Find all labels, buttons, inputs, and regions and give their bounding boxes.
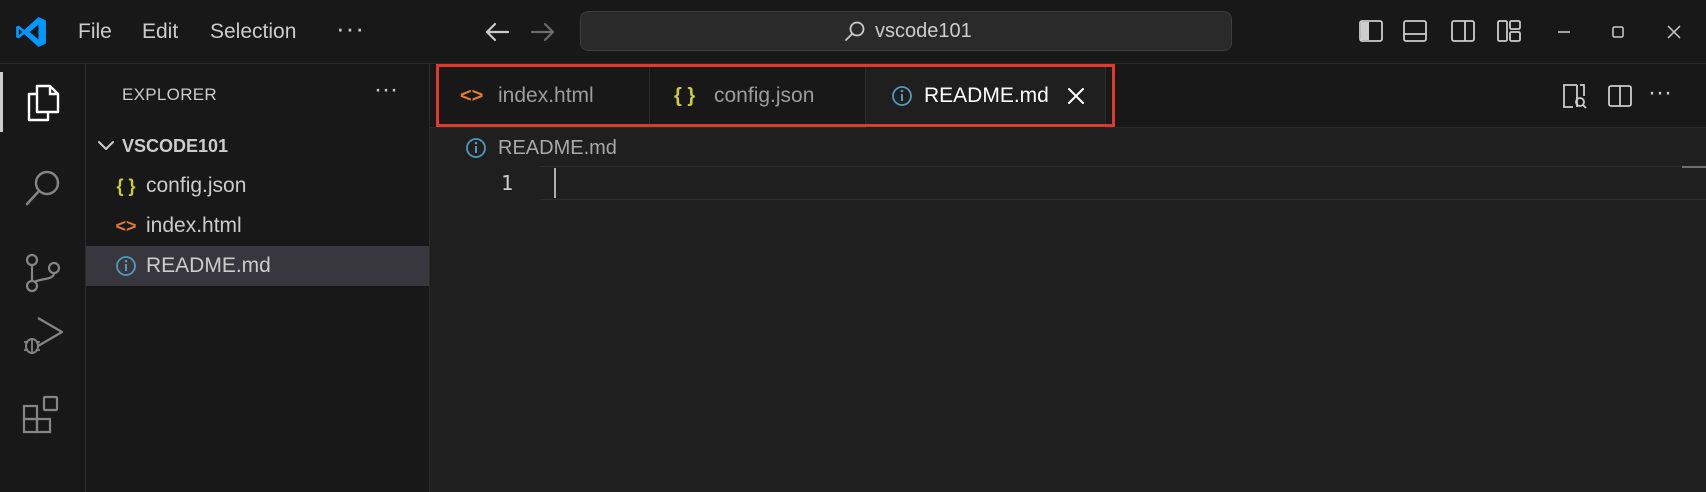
file-item-index-html[interactable]: <> index.html xyxy=(86,206,429,246)
close-tab-icon[interactable] xyxy=(1064,84,1088,108)
activity-bar xyxy=(0,64,86,492)
toggle-primary-sidebar-icon[interactable] xyxy=(1358,18,1384,44)
line-number: 1 xyxy=(500,171,514,195)
breadcrumb-file: README.md xyxy=(498,137,617,159)
current-line-highlight xyxy=(540,166,1706,200)
command-center-label: vscode101 xyxy=(875,20,972,42)
sidebar-title: EXPLORER xyxy=(122,85,217,104)
folder-name: VSCODE101 xyxy=(122,136,229,156)
tab-label: README.md xyxy=(924,84,1049,107)
open-preview-icon[interactable] xyxy=(1560,82,1588,110)
editor-more-button[interactable]: ··· xyxy=(1648,64,1672,122)
file-item-config-json[interactable]: { } config.json xyxy=(86,166,429,206)
scrollbar-marker xyxy=(1682,166,1706,168)
vscode-logo-icon[interactable] xyxy=(14,15,48,49)
editor-area: <> index.html { } config.json README.md xyxy=(430,64,1706,492)
json-icon: { } xyxy=(116,176,136,196)
tab-readme-md[interactable]: README.md xyxy=(866,64,1106,128)
tab-label: index.html xyxy=(498,84,594,107)
file-name: config.json xyxy=(146,174,247,197)
active-view-indicator xyxy=(0,72,3,132)
extensions-icon[interactable] xyxy=(20,392,66,438)
toggle-secondary-sidebar-icon[interactable] xyxy=(1450,18,1476,44)
file-name: README.md xyxy=(146,254,271,277)
html-icon: <> xyxy=(460,85,484,107)
forward-arrow-icon[interactable] xyxy=(528,20,558,44)
explorer-icon[interactable] xyxy=(20,78,66,124)
maximize-icon[interactable] xyxy=(1600,14,1636,50)
minimize-icon[interactable] xyxy=(1546,14,1582,50)
run-debug-icon[interactable] xyxy=(20,312,66,358)
tab-config-json[interactable]: { } config.json xyxy=(650,64,866,127)
split-editor-icon[interactable] xyxy=(1606,82,1634,110)
search-icon xyxy=(845,21,865,41)
tab-label: config.json xyxy=(714,84,815,107)
back-arrow-icon[interactable] xyxy=(482,20,512,44)
explorer-sidebar: EXPLORER ··· VSCODE101 { } config.json <… xyxy=(86,64,430,492)
customize-layout-icon[interactable] xyxy=(1496,18,1522,44)
file-item-readme-md[interactable]: README.md xyxy=(86,246,429,286)
text-cursor xyxy=(554,168,556,198)
menu-more-button[interactable]: ··· xyxy=(336,0,365,64)
source-control-icon[interactable] xyxy=(20,250,66,296)
folder-row[interactable]: VSCODE101 xyxy=(86,126,429,166)
menu-edit[interactable]: Edit xyxy=(142,0,178,64)
menu-file[interactable]: File xyxy=(78,0,112,64)
tab-bar: <> index.html { } config.json README.md xyxy=(430,64,1706,128)
close-window-icon[interactable] xyxy=(1656,14,1692,50)
chevron-down-icon xyxy=(98,141,114,150)
vscode-window: File Edit Selection ··· vscode101 EXPLOR… xyxy=(0,0,1706,492)
tab-index-html[interactable]: <> index.html xyxy=(436,64,650,127)
info-icon xyxy=(116,256,136,276)
info-icon xyxy=(892,86,912,106)
html-icon: <> xyxy=(115,216,137,236)
file-name: index.html xyxy=(146,214,242,237)
search-activity-icon[interactable] xyxy=(20,166,66,212)
info-icon xyxy=(466,138,486,158)
json-icon: { } xyxy=(674,85,696,107)
toggle-panel-icon[interactable] xyxy=(1402,18,1428,44)
command-center-search[interactable]: vscode101 xyxy=(580,11,1232,51)
sidebar-more-button[interactable]: ··· xyxy=(374,64,398,116)
title-bar: File Edit Selection ··· vscode101 xyxy=(0,0,1706,64)
menu-selection[interactable]: Selection xyxy=(210,0,296,64)
